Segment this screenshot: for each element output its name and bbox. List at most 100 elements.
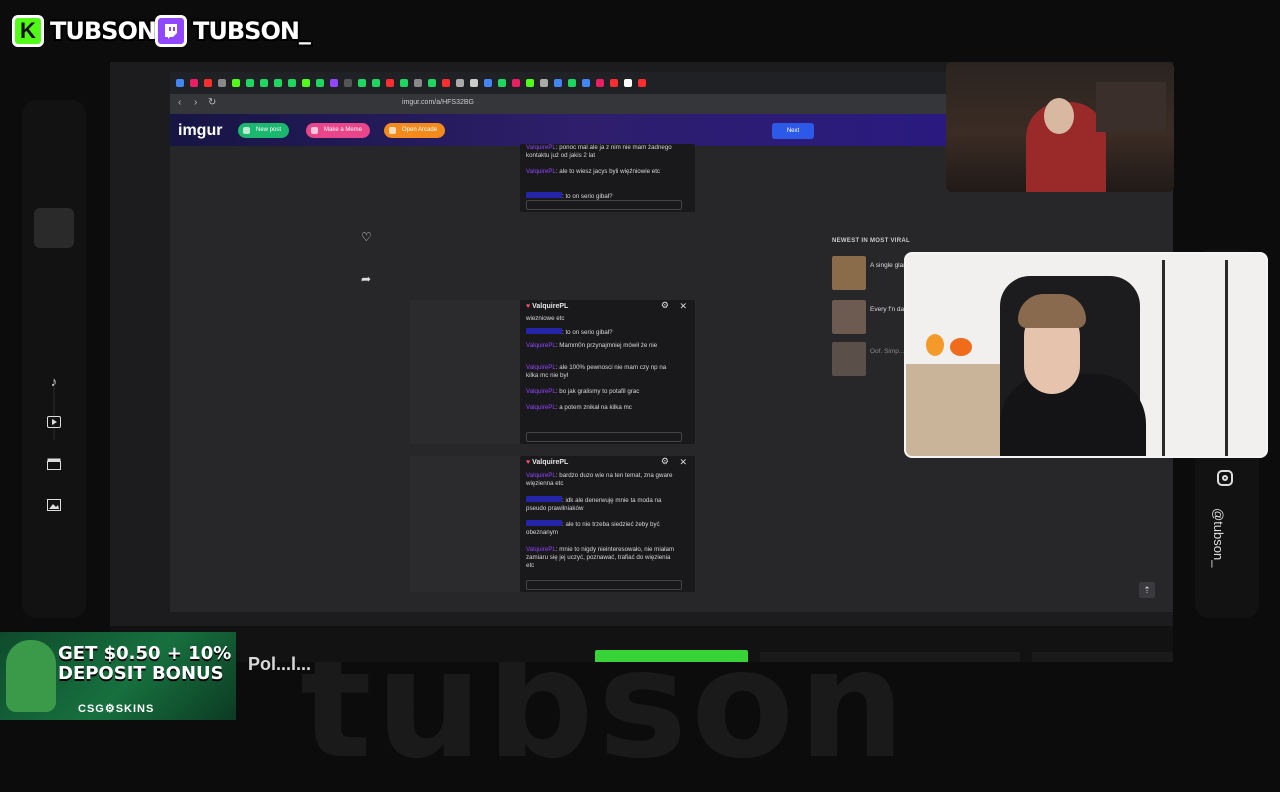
webcam-feed-main [904,252,1268,458]
share-icon[interactable]: ➦ [361,272,371,286]
desk [906,364,1006,456]
chat-message: ValquirePL: Mamm0n przynajmniej mówił że… [526,342,658,349]
tab-icon[interactable] [596,79,604,87]
open-arcade-button[interactable]: Open Arcade [384,123,446,138]
chat-message: ValquirePL: ale 100% pewnosci nie mam cz… [526,364,667,379]
next-button[interactable]: Next [772,123,814,139]
chat-message: : idk ale denerwuję mnie ta moda na pseu… [526,496,662,512]
close-icon: ✕ [679,301,687,311]
avatar [34,208,74,248]
chat-screenshot: ValquirePL: ponoc mal ale ja z nim nie m… [520,144,695,212]
tab-icon[interactable] [624,79,632,87]
webcam-feed-secondary [946,62,1174,192]
shelf [1162,260,1228,456]
gear-icon: ⚙ [660,300,669,310]
tab-icon[interactable] [288,79,296,87]
figurine [926,334,944,356]
tab-icon[interactable] [316,79,324,87]
play-icon[interactable] [44,414,64,434]
chat-message: ValquirePL: a potem znikał na kilka mc [526,404,632,411]
chat-screenshot: ♥ ValquirePL ⚙ ✕ wiezniowe etc : to on s… [520,300,695,444]
tab-icon[interactable] [582,79,590,87]
sponsor-banner[interactable]: GET $0.50 + 10% DEPOSIT BONUS CSG⚙SKINS [0,632,236,720]
tab-icon[interactable] [414,79,422,87]
tab-icon[interactable] [330,79,338,87]
tab-icon[interactable] [638,79,646,87]
tab-icon[interactable] [274,79,282,87]
tab-icon[interactable] [470,79,478,87]
chat-message: ValquirePL: ale to wiesz jacys byli więź… [526,168,661,175]
close-icon: ✕ [679,457,687,467]
gray-bar [760,652,1020,662]
green-bar [595,650,748,662]
chat-input [526,432,682,442]
tab-icon[interactable] [260,79,268,87]
instagram-icon[interactable] [1217,470,1233,486]
tab-icon[interactable] [386,79,394,87]
kick-badge: K TUBSON [12,12,157,50]
tab-icon[interactable] [540,79,548,87]
chat-message: ValquirePL: ponoc mal ale ja z nim nie m… [526,144,672,159]
kick-handle: TUBSON [50,17,157,45]
tab-icon[interactable] [400,79,408,87]
tab-icon[interactable] [484,79,492,87]
ad-brand: CSG⚙SKINS [78,703,155,715]
music-icon[interactable]: ♪ [44,372,64,392]
kick-icon: K [12,15,44,47]
tab-icon[interactable] [344,79,352,87]
tab-icon[interactable] [176,79,184,87]
twitch-handle: TUBSON_ [193,17,311,45]
forward-icon[interactable]: › [194,97,197,108]
tab-icon[interactable] [554,79,562,87]
tab-icon[interactable] [526,79,534,87]
tab-icon[interactable] [610,79,618,87]
person-hair [1018,294,1086,328]
viral-thumbnail[interactable] [832,300,866,334]
tab-icon[interactable] [302,79,310,87]
tab-icon[interactable] [512,79,520,87]
chat-screenshot: ♥ ValquirePL ⚙ ✕ ValquirePL: bardzo duzo… [520,456,695,592]
mascot-character [6,640,56,712]
tab-icon[interactable] [204,79,212,87]
viral-thumbnail[interactable] [832,256,866,290]
reload-icon[interactable]: ↻ [208,97,216,108]
tab-icon[interactable] [498,79,506,87]
tab-icon[interactable] [442,79,450,87]
imgur-logo[interactable]: imgur [178,122,222,140]
plush-toy [950,338,972,356]
new-post-button[interactable]: New post [238,123,290,138]
tab-icon[interactable] [372,79,380,87]
chat-message: : ale to nie trzeba siedzieć żeby być ob… [526,520,660,536]
chat-message: wiezniowe etc [526,315,565,322]
chat-input [526,200,682,210]
tab-icon[interactable] [232,79,240,87]
chat-message: ValquirePL: bardzo duzo wie na ten temat… [526,472,673,487]
tab-icon[interactable] [190,79,198,87]
viral-section-title: NEWEST IN MOST VIRAL [832,238,910,244]
room-background [1096,82,1166,132]
twitch-badge: TUBSON_ [155,12,311,50]
scroll-to-top-button[interactable]: ⇡ [1139,582,1155,598]
clapperboard-icon[interactable] [44,456,64,476]
tab-icon[interactable] [568,79,576,87]
twitch-icon [155,15,187,47]
tab-icon[interactable] [358,79,366,87]
url-field[interactable]: imgur.com/a/HFS32BG [402,99,474,106]
chat-message: ValquirePL: mnie to nigdy nieinteresował… [526,546,675,569]
chat-input [526,580,682,590]
heart-icon[interactable]: ♡ [361,230,372,244]
tab-icon[interactable] [428,79,436,87]
image-icon[interactable] [44,497,64,517]
instagram-handle: @tubson_ [1211,508,1226,568]
viral-thumbnail[interactable] [832,342,866,376]
person-body [1000,374,1146,456]
tab-icon[interactable] [456,79,464,87]
tab-icon[interactable] [218,79,226,87]
gear-icon: ⚙ [660,456,669,466]
left-sidebar: ♪ [22,100,86,618]
tab-icon[interactable] [246,79,254,87]
gray-bar [1032,652,1173,662]
chat-message: ValquirePL: bo jak gralismy to potafil g… [526,388,640,395]
back-icon[interactable]: ‹ [178,97,181,108]
make-meme-button[interactable]: Make a Meme [306,123,371,138]
